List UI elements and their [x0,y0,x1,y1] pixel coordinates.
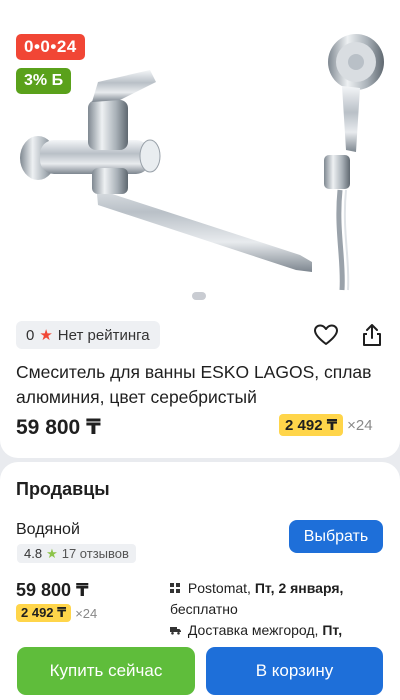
rating-label: Нет рейтинга [57,326,150,344]
seller-reviews-count: 17 отзывов [61,546,129,561]
star-icon: ★ [46,545,58,561]
product-rating-chip[interactable]: 0 ★ Нет рейтинга [16,321,160,349]
postomat-icon [170,581,181,600]
seller-installment-months: ×24 [75,605,98,621]
seller-rating-chip[interactable]: 4.8 ★ 17 отзывов [17,544,136,563]
delivery-note: бесплатно [170,601,238,617]
share-icon [363,324,381,346]
installment-offer[interactable]: 2 492 ₸ ×24 [279,414,373,436]
share-button[interactable] [357,320,387,350]
seller-installment-monthly: 2 492 ₸ [16,604,72,622]
product-gallery[interactable]: 0•0•24 3% Б [0,0,400,308]
gallery-pagination-dot[interactable] [192,292,206,300]
seller-rating-value: 4.8 [24,546,43,561]
add-to-cart-button[interactable]: В корзину [206,647,383,695]
sale-timer-badge: 0•0•24 [16,34,85,60]
buy-now-button[interactable]: Купить сейчас [17,647,195,695]
bottom-action-bar: Купить сейчас В корзину [0,638,400,700]
product-price: 59 800 ₸ [16,416,101,439]
delivery-service: Доставка межгород, [187,622,319,638]
seller-price: 59 800 ₸ [16,580,89,600]
installment-months: ×24 [347,416,373,434]
delivery-option-postomat: Postomat, Пт, 2 января, бесплатно [170,579,390,619]
product-title: Смеситель для ванны ESKO LAGOS, сплав ал… [16,362,372,407]
choose-seller-button[interactable]: Выбрать [289,520,383,553]
product-card: 0•0•24 3% Б 0 ★ Нет рейтинга Смеситель д… [0,0,400,458]
seller-installment[interactable]: 2 492 ₸ ×24 [16,604,97,622]
delivery-date: Пт, [322,622,343,638]
sellers-heading: Продавцы [16,479,110,499]
bonus-badge: 3% Б [16,68,72,94]
rating-count: 0 [26,326,35,344]
seller-name[interactable]: Водяной [16,521,80,539]
delivery-date: Пт, 2 января, [254,580,344,596]
favorite-button[interactable] [311,320,341,350]
star-icon: ★ [39,327,53,344]
delivery-service: Postomat, [187,580,251,596]
heart-icon [314,324,338,345]
installment-monthly: 2 492 ₸ [279,414,344,436]
